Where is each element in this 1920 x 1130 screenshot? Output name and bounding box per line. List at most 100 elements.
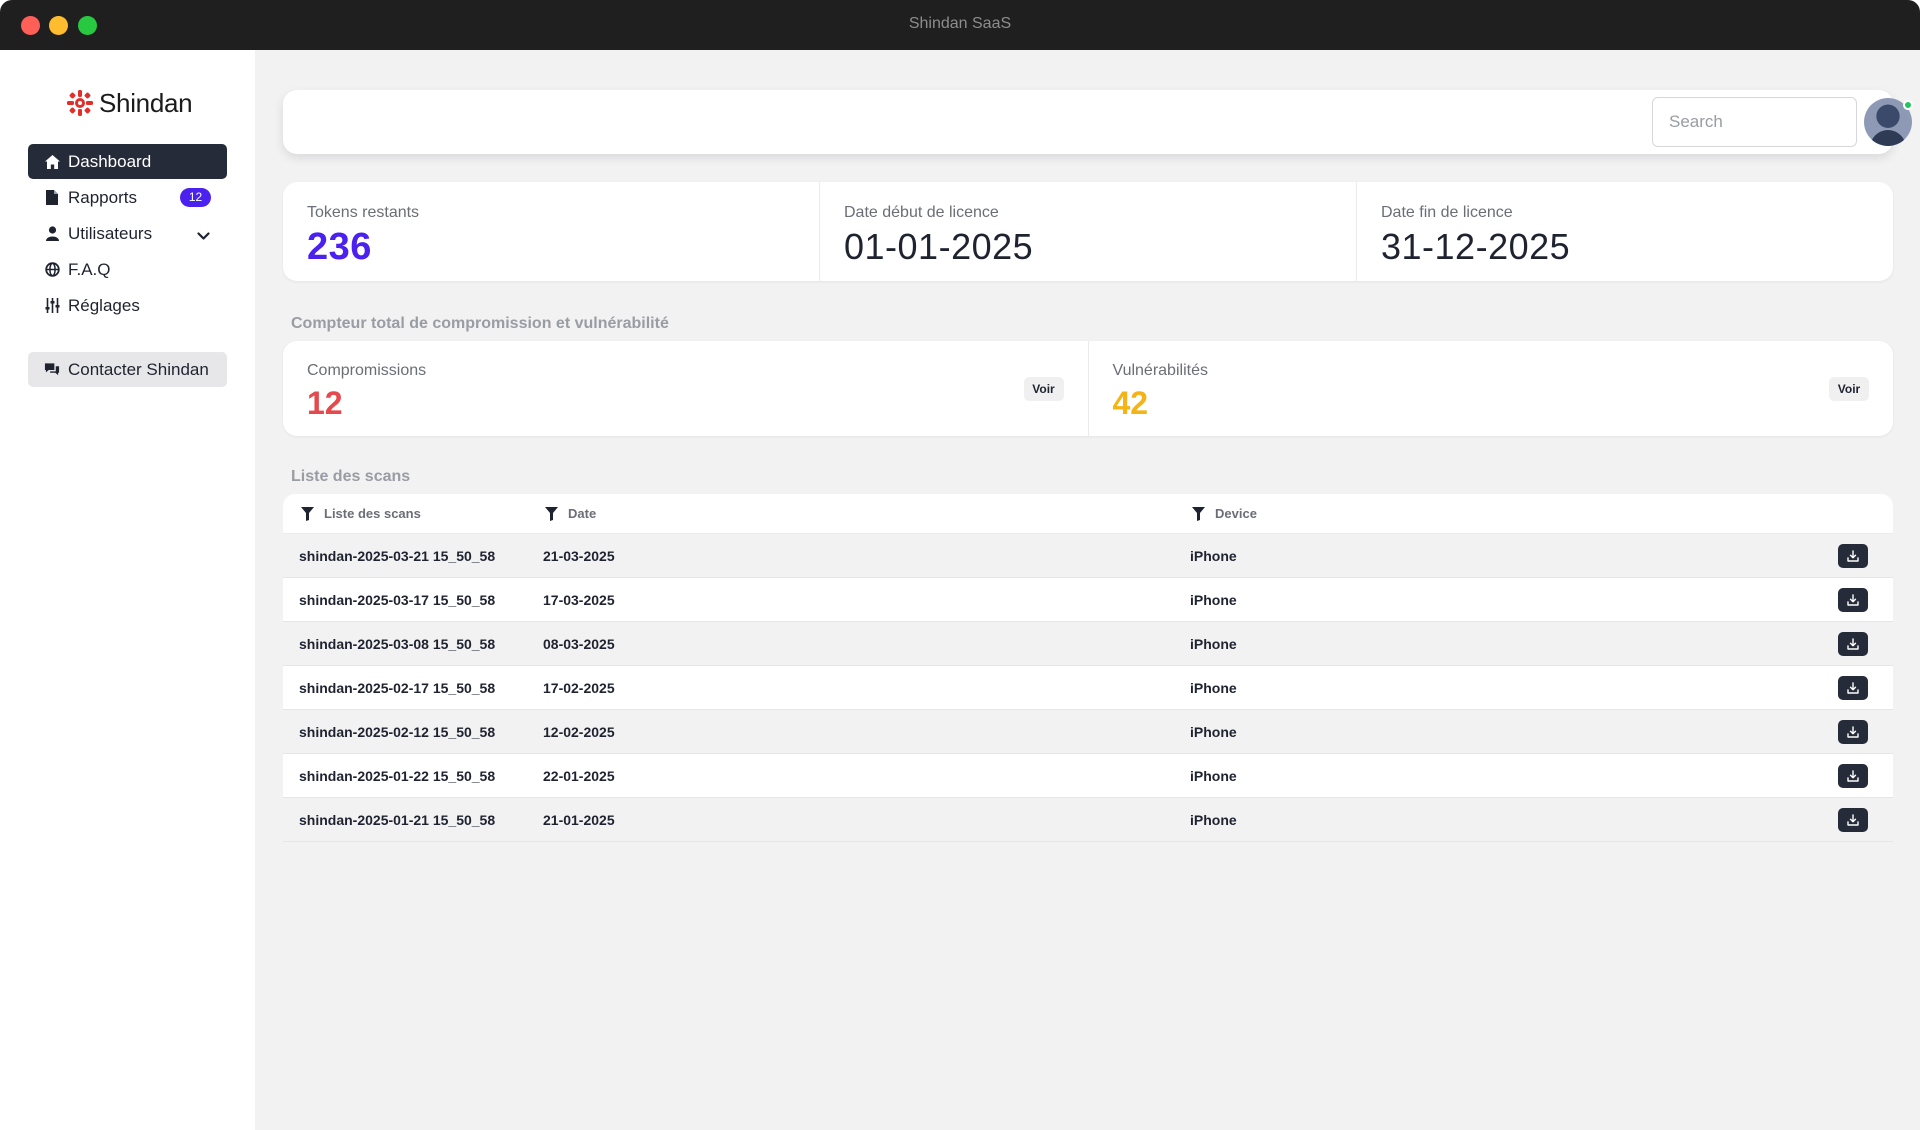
scan-name: shindan-2025-03-17 15_50_58 (299, 592, 496, 608)
online-status-dot (1903, 100, 1913, 110)
contact-label: Contacter Shindan (68, 359, 209, 379)
sidebar-item-label: F.A.Q (68, 259, 111, 279)
home-icon (44, 154, 60, 170)
scan-device: iPhone (1190, 548, 1237, 564)
column-header-scans[interactable]: Liste des scans (301, 506, 421, 521)
table-row[interactable]: shindan-2025-03-08 15_50_58 08-03-2025 i… (283, 622, 1893, 666)
scan-device: iPhone (1190, 812, 1237, 828)
top-header-bar (283, 90, 1913, 154)
filter-icon[interactable] (545, 506, 558, 521)
search-input[interactable] (1652, 97, 1857, 147)
download-button[interactable] (1838, 544, 1868, 568)
license-end-stat: Date fin de licence 31-12-2025 (1357, 182, 1893, 281)
download-icon (1847, 814, 1859, 826)
download-button[interactable] (1838, 808, 1868, 832)
sidebar-item-label: Réglages (68, 295, 140, 315)
scan-date: 17-03-2025 (543, 592, 615, 608)
scan-date: 12-02-2025 (543, 724, 615, 740)
scan-device: iPhone (1190, 592, 1237, 608)
table-body: shindan-2025-03-21 15_50_58 21-03-2025 i… (283, 534, 1893, 842)
filter-icon[interactable] (301, 506, 314, 521)
scan-device: iPhone (1190, 636, 1237, 652)
table-row[interactable]: shindan-2025-01-22 15_50_58 22-01-2025 i… (283, 754, 1893, 798)
window-titlebar: Shindan SaaS (0, 0, 1920, 50)
download-icon (1847, 550, 1859, 562)
scan-device: iPhone (1190, 768, 1237, 784)
sidebar-item-dashboard[interactable]: Dashboard (28, 144, 227, 179)
download-icon (1847, 726, 1859, 738)
document-icon (44, 190, 60, 206)
scan-date: 21-03-2025 (543, 548, 615, 564)
scan-name: shindan-2025-03-08 15_50_58 (299, 636, 496, 652)
scan-name: shindan-2025-02-12 15_50_58 (299, 724, 496, 740)
scan-name: shindan-2025-02-17 15_50_58 (299, 680, 496, 696)
table-row[interactable]: shindan-2025-02-17 15_50_58 17-02-2025 i… (283, 666, 1893, 710)
vulnerabilites-counter: Vulnérabilités 42 Voir (1089, 341, 1894, 436)
user-icon (44, 226, 60, 242)
license-stats-card: Tokens restants 236 Date début de licenc… (283, 182, 1893, 281)
contact-shindan-button[interactable]: Contacter Shindan (28, 352, 227, 387)
download-icon (1847, 682, 1859, 694)
table-row[interactable]: shindan-2025-01-21 15_50_58 21-01-2025 i… (283, 798, 1893, 842)
rapports-count-badge: 12 (180, 188, 211, 207)
sidebar-item-rapports[interactable]: Rapports 12 (28, 180, 227, 215)
voir-compromissions-button[interactable]: Voir (1023, 377, 1064, 401)
column-header-date[interactable]: Date (545, 506, 596, 521)
sidebar-item-reglages[interactable]: Réglages (28, 288, 227, 323)
download-button[interactable] (1838, 764, 1868, 788)
download-icon (1847, 770, 1859, 782)
vulnerabilites-value: 42 (1112, 385, 1149, 421)
vulnerabilites-label: Vulnérabilités (1112, 362, 1208, 379)
scan-name: shindan-2025-01-22 15_50_58 (299, 768, 496, 784)
scans-section-title: Liste des scans (291, 468, 411, 485)
brand-name: Shindan (99, 87, 193, 118)
counters-section-title: Compteur total de compromission et vulné… (291, 315, 669, 332)
scan-name: shindan-2025-01-21 15_50_58 (299, 812, 496, 828)
license-start-value: 01-01-2025 (844, 226, 1034, 267)
shindan-logo-icon (67, 90, 93, 116)
column-header-device[interactable]: Device (1192, 506, 1257, 521)
brand-logo[interactable]: Shindan (66, 87, 193, 118)
scan-date: 08-03-2025 (543, 636, 615, 652)
table-row[interactable]: shindan-2025-03-17 15_50_58 17-03-2025 i… (283, 578, 1893, 622)
table-row[interactable]: shindan-2025-03-21 15_50_58 21-03-2025 i… (283, 534, 1893, 578)
scan-device: iPhone (1190, 724, 1237, 740)
scans-table: Liste des scans Date Device shindan-2025… (283, 494, 1893, 842)
chat-icon (44, 362, 60, 378)
filter-icon[interactable] (1192, 506, 1205, 521)
main-content: Tokens restants 236 Date début de licenc… (255, 50, 1920, 1130)
table-header: Liste des scans Date Device (283, 494, 1893, 534)
tokens-stat: Tokens restants 236 (283, 182, 820, 281)
license-end-value: 31-12-2025 (1381, 226, 1571, 267)
download-button[interactable] (1838, 720, 1868, 744)
tokens-label: Tokens restants (307, 204, 420, 221)
license-start-stat: Date début de licence 01-01-2025 (820, 182, 1357, 281)
scan-name: shindan-2025-03-21 15_50_58 (299, 548, 496, 564)
sidebar-item-faq[interactable]: F.A.Q (28, 252, 227, 287)
sidebar-item-label: Utilisateurs (68, 223, 153, 243)
sidebar-item-utilisateurs[interactable]: Utilisateurs (28, 216, 227, 251)
download-button[interactable] (1838, 588, 1868, 612)
sidebar-item-label: Dashboard (68, 151, 152, 171)
voir-vulnerabilites-button[interactable]: Voir (1829, 377, 1869, 401)
license-end-label: Date fin de licence (1381, 204, 1513, 221)
scan-device: iPhone (1190, 680, 1237, 696)
license-start-label: Date début de licence (844, 204, 999, 221)
counters-card: Compromissions 12 Voir Vulnérabilités 42… (283, 341, 1893, 436)
scan-date: 17-02-2025 (543, 680, 615, 696)
chevron-down-icon[interactable] (197, 226, 210, 246)
sidebar: Shindan Dashboard Rapports 12 Utilisateu… (0, 50, 255, 1130)
compromissions-label: Compromissions (307, 362, 427, 379)
download-button[interactable] (1838, 632, 1868, 656)
scan-date: 22-01-2025 (543, 768, 615, 784)
table-row[interactable]: shindan-2025-02-12 15_50_58 12-02-2025 i… (283, 710, 1893, 754)
download-icon (1847, 594, 1859, 606)
compromissions-counter: Compromissions 12 Voir (283, 341, 1089, 436)
download-icon (1847, 638, 1859, 650)
compromissions-value: 12 (307, 385, 343, 421)
window-title: Shindan SaaS (908, 15, 1012, 32)
sliders-icon (44, 298, 60, 314)
download-button[interactable] (1838, 676, 1868, 700)
tokens-value: 236 (307, 226, 372, 268)
globe-icon (44, 262, 60, 278)
